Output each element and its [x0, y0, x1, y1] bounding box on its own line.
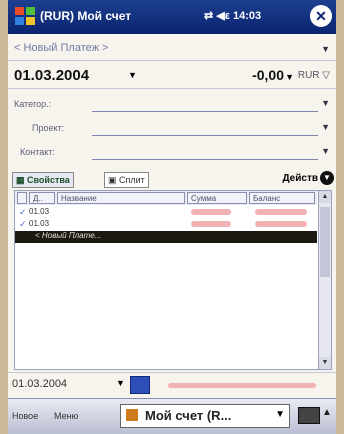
- app-screen: (RUR) Мой счет ⇄ ◀ε 14:03 ✕ < Новый Плат…: [8, 0, 336, 434]
- menu-bar: Новое Меню Мой счет (R... ▼ ▲: [8, 398, 336, 434]
- column-name[interactable]: Название: [57, 192, 185, 204]
- clock[interactable]: 14:03: [233, 10, 261, 22]
- table-row-selected[interactable]: < Новый Плате...: [15, 231, 317, 243]
- row-amount: [191, 209, 231, 215]
- account-icon: [126, 409, 138, 421]
- actions-dropdown-icon[interactable]: ▼: [320, 171, 334, 185]
- bottom-date-row: 01.03.2004 ▼: [8, 372, 336, 397]
- chevron-down-icon[interactable]: ▼: [275, 409, 285, 420]
- account-selector[interactable]: Мой счет (R... ▼: [120, 404, 290, 428]
- date-field[interactable]: 01.03.2004: [14, 67, 89, 84]
- table-row[interactable]: ✓ 01.03: [15, 219, 317, 230]
- category-input[interactable]: [92, 111, 318, 112]
- contact-dropdown-icon[interactable]: ▼: [321, 146, 330, 156]
- project-dropdown-icon[interactable]: ▼: [321, 122, 330, 132]
- currency-value: RUR: [297, 70, 320, 81]
- menu-button[interactable]: Меню: [54, 411, 78, 421]
- account-name: Мой счет (R...: [145, 408, 232, 423]
- chevron-down-icon[interactable]: ▼: [321, 44, 330, 54]
- category-row: Категор.: ▼: [8, 92, 336, 116]
- start-menu-icon[interactable]: [14, 5, 36, 27]
- check-icon[interactable]: ✓: [19, 219, 27, 230]
- currency-select[interactable]: RUR ▽: [298, 70, 330, 81]
- tab-bar: ▦ Свойства ▣ Сплит Действ ▼: [8, 170, 336, 188]
- amount-dropdown-icon[interactable]: ▼: [285, 72, 294, 82]
- new-payment-row-label: < Новый Плате...: [35, 231, 102, 240]
- tab-split[interactable]: ▣ Сплит: [104, 172, 149, 188]
- project-input[interactable]: [92, 135, 318, 136]
- column-balance[interactable]: Баланс: [249, 192, 315, 204]
- bottom-date-field[interactable]: 01.03.2004: [12, 378, 67, 390]
- transactions-table: Д.. Название Сумма Баланс ✓ 01.03 ✓ 01.0…: [14, 190, 332, 370]
- tab-split-label: Сплит: [119, 175, 145, 185]
- bottom-date-dropdown-icon[interactable]: ▼: [116, 378, 125, 388]
- volume-icon[interactable]: ◀ε: [216, 10, 230, 22]
- window-title: (RUR) Мой счет: [40, 9, 132, 23]
- check-icon[interactable]: ✓: [19, 207, 27, 218]
- actions-menu[interactable]: Действ: [282, 173, 318, 184]
- scroll-thumb[interactable]: [320, 207, 330, 277]
- select-all-column[interactable]: [17, 192, 27, 204]
- table-header: Д.. Название Сумма Баланс: [15, 191, 317, 205]
- column-amount[interactable]: Сумма: [187, 192, 247, 204]
- date-dropdown-icon[interactable]: ▼: [128, 70, 137, 80]
- bottom-balance-value: [168, 383, 316, 388]
- tab-properties[interactable]: ▦ Свойства: [12, 172, 74, 188]
- row-amount: [191, 221, 231, 227]
- keyboard-icon[interactable]: [298, 407, 320, 424]
- table-scrollbar[interactable]: ▲ ▼: [318, 191, 331, 369]
- category-dropdown-icon[interactable]: ▼: [321, 98, 330, 108]
- amount-field[interactable]: -0,00: [252, 67, 284, 83]
- project-label: Проект:: [32, 123, 65, 133]
- close-button[interactable]: ✕: [310, 5, 332, 27]
- contact-label: Контакт:: [20, 147, 55, 157]
- connectivity-icon[interactable]: ⇄: [204, 10, 213, 22]
- project-row: Проект: ▼: [8, 116, 336, 140]
- tab-properties-label: Свойства: [27, 175, 70, 185]
- date-amount-row: 01.03.2004 ▼ -0,00 ▼ RUR ▽: [8, 64, 336, 89]
- scroll-up-icon[interactable]: ▲: [319, 191, 331, 203]
- row-date: 01.03: [29, 207, 50, 216]
- status-area: ⇄ ◀ε 14:03: [204, 9, 261, 22]
- table-row[interactable]: ✓ 01.03: [15, 207, 317, 218]
- row-balance: [255, 209, 307, 215]
- template-label: < Новый Платеж >: [14, 42, 109, 54]
- contact-row: Контакт: ▼: [8, 140, 336, 164]
- category-label: Категор.:: [14, 99, 52, 109]
- row-balance: [255, 221, 307, 227]
- row-date: 01.03: [29, 219, 50, 228]
- title-bar: (RUR) Мой счет ⇄ ◀ε 14:03 ✕: [8, 0, 336, 34]
- contact-input[interactable]: [92, 159, 318, 160]
- column-date[interactable]: Д..: [29, 192, 55, 204]
- new-button[interactable]: Новое: [12, 411, 38, 421]
- calendar-icon[interactable]: [130, 376, 150, 394]
- template-selector[interactable]: < Новый Платеж > ▼: [8, 38, 336, 61]
- scroll-down-icon[interactable]: ▼: [319, 357, 331, 369]
- input-panel-arrow-icon[interactable]: ▲: [322, 407, 332, 418]
